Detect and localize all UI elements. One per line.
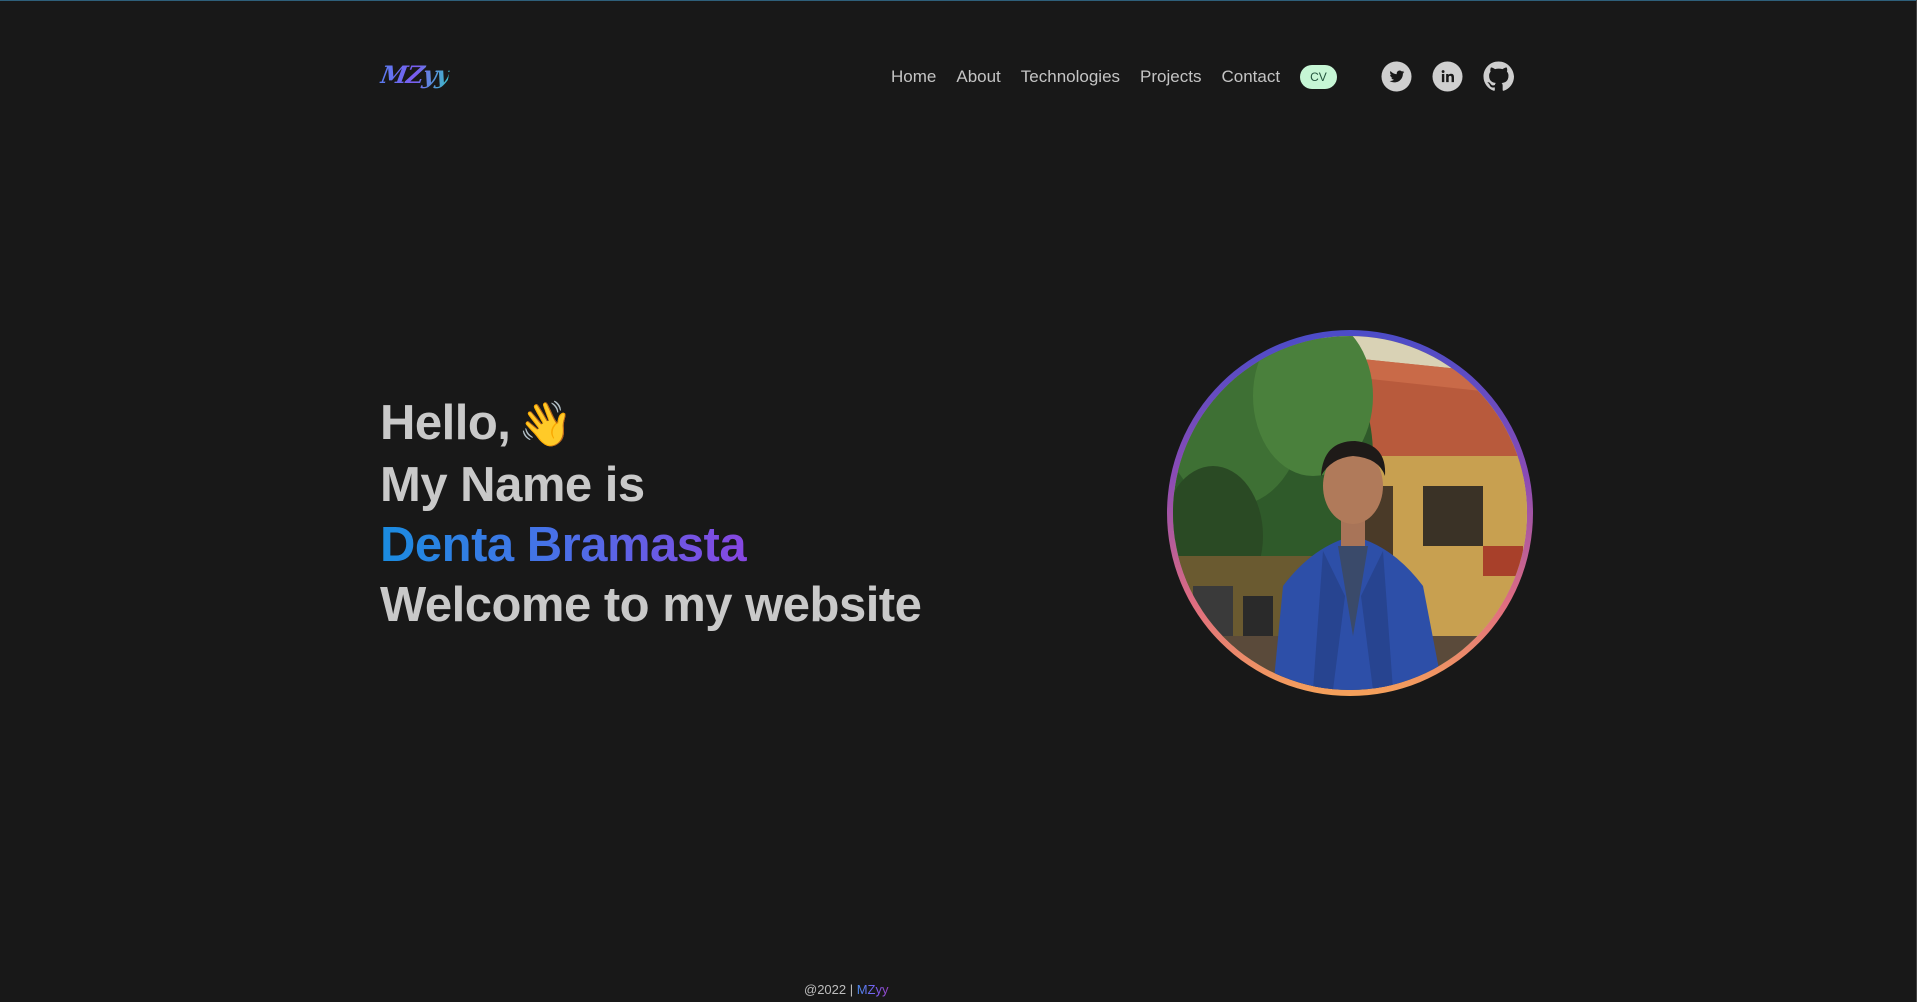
- social-links: [1381, 61, 1514, 92]
- window-top-border: [0, 0, 1917, 1]
- hero-intro-line: My Name is: [380, 458, 645, 512]
- hero-intro: Hello, 👋 My Name is Denta Bramasta Welcom…: [380, 393, 922, 635]
- profile-photo-frame: [1167, 330, 1533, 696]
- hero-welcome: Welcome to my website: [380, 578, 922, 632]
- hero-greeting: Hello,: [380, 396, 511, 450]
- site-footer: @2022 | MZyy: [804, 982, 889, 997]
- waving-hand-icon: 👋: [518, 400, 573, 449]
- main-nav: Home About Technologies Projects Contact…: [891, 64, 1337, 90]
- footer-brand: MZyy: [856, 982, 889, 997]
- github-icon[interactable]: [1483, 61, 1514, 92]
- hero-greeting-line: Hello, 👋: [380, 393, 921, 455]
- footer-copyright: @2022 |: [804, 982, 857, 997]
- site-logo[interactable]: MZyy: [378, 60, 451, 89]
- nav-contact-link[interactable]: Contact: [1221, 64, 1280, 90]
- nav-about-link[interactable]: About: [956, 64, 1000, 90]
- cv-button[interactable]: CV: [1300, 65, 1337, 89]
- nav-projects-link[interactable]: Projects: [1140, 64, 1201, 90]
- linkedin-icon[interactable]: [1432, 61, 1463, 92]
- twitter-icon[interactable]: [1381, 61, 1412, 92]
- nav-technologies-link[interactable]: Technologies: [1021, 64, 1120, 90]
- nav-home-link[interactable]: Home: [891, 64, 936, 90]
- profile-photo: [1173, 336, 1527, 690]
- hero-name: Denta Bramasta: [380, 515, 921, 575]
